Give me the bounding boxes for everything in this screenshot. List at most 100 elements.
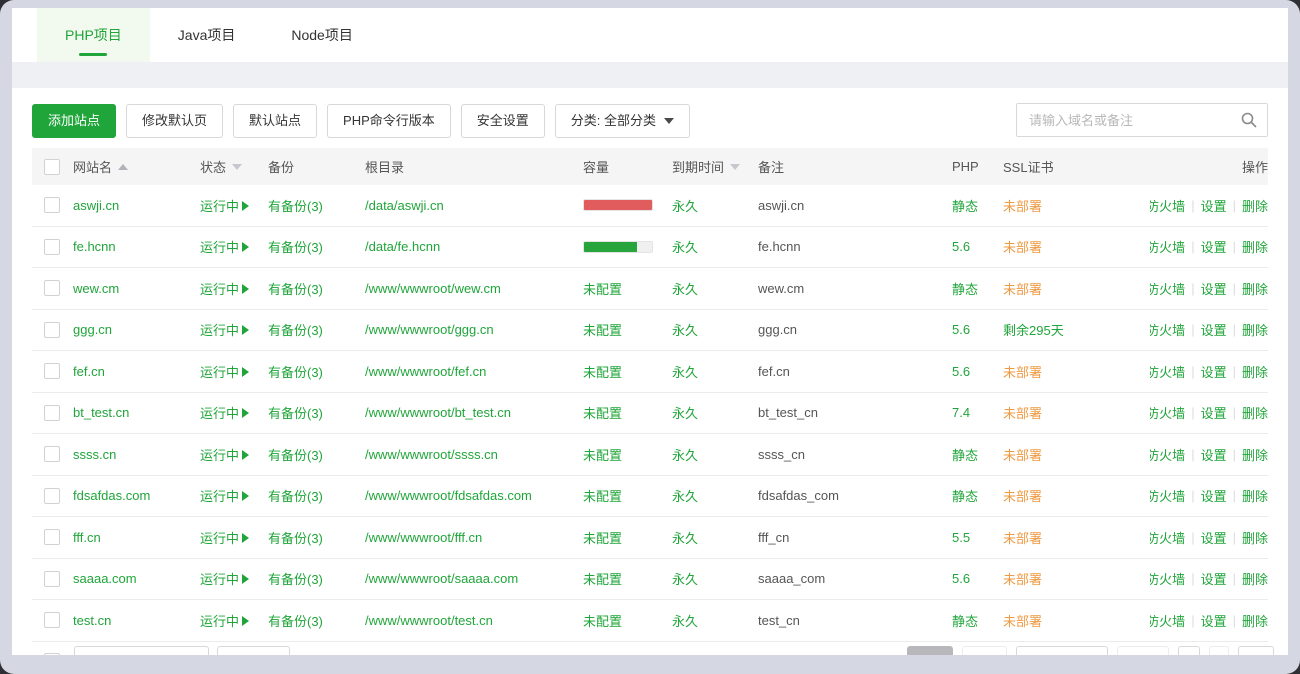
- root-path-link[interactable]: /www/wwwroot/bt_test.cn: [365, 405, 511, 420]
- delete-link[interactable]: 删除: [1242, 320, 1268, 339]
- row-checkbox[interactable]: [44, 612, 60, 628]
- capacity-link[interactable]: 未配置: [583, 362, 622, 381]
- settings-link[interactable]: 设置: [1201, 362, 1227, 381]
- remark-text[interactable]: ssss_cn: [758, 447, 805, 462]
- delete-link[interactable]: 删除: [1242, 486, 1268, 505]
- select-all-checkbox[interactable]: [44, 159, 60, 175]
- site-status-link[interactable]: 运行中: [200, 611, 249, 630]
- header-site-name[interactable]: 网站名: [73, 157, 200, 176]
- remark-text[interactable]: ggg.cn: [758, 322, 797, 337]
- expire-link[interactable]: 永久: [672, 569, 698, 588]
- modify-default-page-button[interactable]: 修改默认页: [126, 104, 223, 138]
- root-path-link[interactable]: /www/wwwroot/ssss.cn: [365, 447, 498, 462]
- expire-link[interactable]: 永久: [672, 486, 698, 505]
- delete-link[interactable]: 删除: [1242, 569, 1268, 588]
- search-input[interactable]: [1016, 103, 1268, 137]
- root-path-link[interactable]: /data/aswji.cn: [365, 198, 444, 213]
- site-status-link[interactable]: 运行中: [200, 320, 249, 339]
- remark-text[interactable]: bt_test_cn: [758, 405, 818, 420]
- row-checkbox[interactable]: [44, 239, 60, 255]
- php-version-link[interactable]: 7.4: [952, 405, 970, 420]
- site-name-link[interactable]: fff.cn: [73, 530, 101, 545]
- expire-link[interactable]: 永久: [672, 362, 698, 381]
- settings-link[interactable]: 设置: [1201, 569, 1227, 588]
- delete-link[interactable]: 删除: [1242, 237, 1268, 256]
- site-name-link[interactable]: test.cn: [73, 613, 111, 628]
- category-filter-dropdown[interactable]: 分类: 全部分类: [555, 104, 690, 138]
- row-checkbox[interactable]: [44, 280, 60, 296]
- ssl-status-link[interactable]: 未部署: [1003, 196, 1042, 215]
- row-checkbox[interactable]: [44, 529, 60, 545]
- site-status-link[interactable]: 运行中: [200, 569, 249, 588]
- ssl-status-link[interactable]: 未部署: [1003, 569, 1042, 588]
- pagination-go-button[interactable]: [1238, 646, 1274, 656]
- capacity-link[interactable]: 未配置: [583, 279, 622, 298]
- remark-text[interactable]: fe.hcnn: [758, 239, 801, 254]
- firewall-link[interactable]: 防火墙: [1150, 445, 1185, 464]
- php-cli-version-button[interactable]: PHP命令行版本: [327, 104, 451, 138]
- backup-link[interactable]: 有备份(3): [268, 237, 323, 256]
- root-path-link[interactable]: /www/wwwroot/fff.cn: [365, 530, 482, 545]
- settings-link[interactable]: 设置: [1201, 445, 1227, 464]
- backup-link[interactable]: 有备份(3): [268, 196, 323, 215]
- root-path-link[interactable]: /www/wwwroot/wew.cm: [365, 281, 501, 296]
- remark-text[interactable]: fff_cn: [758, 530, 789, 545]
- header-expire[interactable]: 到期时间: [672, 157, 758, 176]
- backup-link[interactable]: 有备份(3): [268, 362, 323, 381]
- ssl-status-link[interactable]: 未部署: [1003, 237, 1042, 256]
- tab-java-project[interactable]: Java项目: [150, 8, 264, 62]
- root-path-link[interactable]: /www/wwwroot/test.cn: [365, 613, 493, 628]
- capacity-link[interactable]: 未配置: [583, 320, 622, 339]
- row-checkbox[interactable]: [44, 322, 60, 338]
- pagination-icon[interactable]: [1209, 646, 1229, 656]
- backup-link[interactable]: 有备份(3): [268, 611, 323, 630]
- site-status-link[interactable]: 运行中: [200, 196, 249, 215]
- site-status-link[interactable]: 运行中: [200, 445, 249, 464]
- site-name-link[interactable]: aswji.cn: [73, 198, 119, 213]
- settings-link[interactable]: 设置: [1201, 237, 1227, 256]
- firewall-link[interactable]: 防火墙: [1150, 486, 1185, 505]
- remark-text[interactable]: fef.cn: [758, 364, 790, 379]
- firewall-link[interactable]: 防火墙: [1150, 279, 1185, 298]
- php-version-link[interactable]: 静态: [952, 445, 978, 464]
- security-settings-button[interactable]: 安全设置: [461, 104, 545, 138]
- site-status-link[interactable]: 运行中: [200, 403, 249, 422]
- expire-link[interactable]: 永久: [672, 196, 698, 215]
- delete-link[interactable]: 删除: [1242, 528, 1268, 547]
- firewall-link[interactable]: 防火墙: [1150, 569, 1185, 588]
- php-version-link[interactable]: 5.6: [952, 571, 970, 586]
- site-name-link[interactable]: ggg.cn: [73, 322, 112, 337]
- add-site-button[interactable]: 添加站点: [32, 104, 116, 138]
- delete-link[interactable]: 删除: [1242, 196, 1268, 215]
- default-site-button[interactable]: 默认站点: [233, 104, 317, 138]
- backup-link[interactable]: 有备份(3): [268, 569, 323, 588]
- tab-node-project[interactable]: Node项目: [263, 8, 380, 62]
- expire-link[interactable]: 永久: [672, 528, 698, 547]
- root-path-link[interactable]: /www/wwwroot/ggg.cn: [365, 322, 494, 337]
- site-name-link[interactable]: fef.cn: [73, 364, 105, 379]
- capacity-link[interactable]: 未配置: [583, 528, 622, 547]
- capacity-link[interactable]: 未配置: [583, 569, 622, 588]
- pagination-page-size-select[interactable]: [1016, 646, 1108, 656]
- pagination-jump-input[interactable]: [1178, 646, 1200, 656]
- settings-link[interactable]: 设置: [1201, 611, 1227, 630]
- root-path-link[interactable]: /www/wwwroot/fef.cn: [365, 364, 486, 379]
- remark-text[interactable]: saaaa_com: [758, 571, 825, 586]
- capacity-link[interactable]: 未配置: [583, 486, 622, 505]
- site-name-link[interactable]: bt_test.cn: [73, 405, 129, 420]
- expire-link[interactable]: 永久: [672, 611, 698, 630]
- firewall-link[interactable]: 防火墙: [1150, 237, 1185, 256]
- remark-text[interactable]: fdsafdas_com: [758, 488, 839, 503]
- php-version-link[interactable]: 5.6: [952, 322, 970, 337]
- footer-select-all-checkbox[interactable]: [44, 653, 60, 656]
- php-version-link[interactable]: 5.5: [952, 530, 970, 545]
- remark-text[interactable]: aswji.cn: [758, 198, 804, 213]
- batch-apply-button[interactable]: [217, 646, 290, 656]
- site-status-link[interactable]: 运行中: [200, 237, 249, 256]
- firewall-link[interactable]: 防火墙: [1150, 528, 1185, 547]
- tab-php-project[interactable]: PHP项目: [37, 8, 150, 62]
- site-status-link[interactable]: 运行中: [200, 528, 249, 547]
- php-version-link[interactable]: 5.6: [952, 239, 970, 254]
- expire-link[interactable]: 永久: [672, 279, 698, 298]
- backup-link[interactable]: 有备份(3): [268, 320, 323, 339]
